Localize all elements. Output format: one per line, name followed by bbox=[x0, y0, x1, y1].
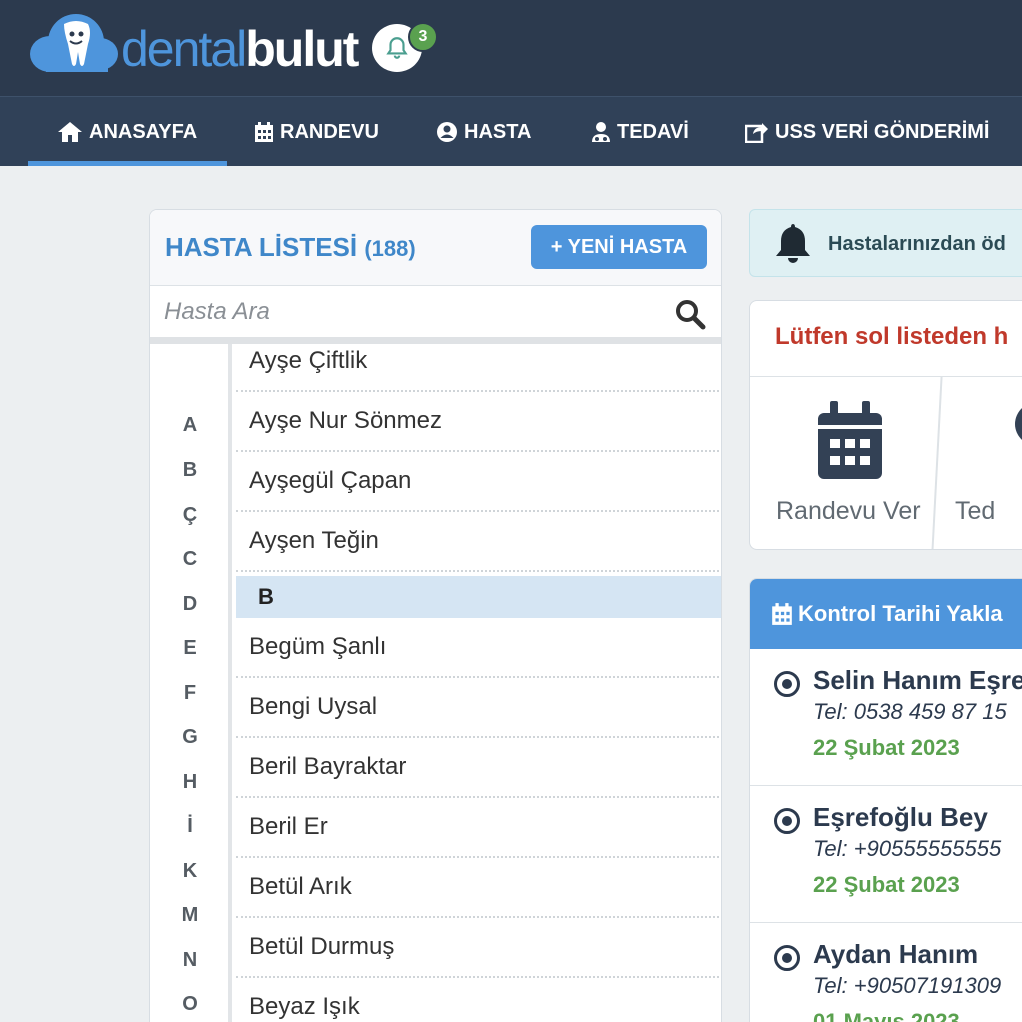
nav-hasta[interactable]: HASTA bbox=[436, 97, 531, 167]
logo-word-bulut: bulut bbox=[245, 21, 359, 77]
nav-label: ANASAYFA bbox=[89, 120, 198, 143]
alert-text: Hastalarınızdan öd bbox=[828, 233, 1006, 255]
alpha-letter[interactable]: H bbox=[150, 771, 230, 794]
alpha-letter[interactable]: N bbox=[150, 949, 230, 972]
patient-row[interactable]: Beril Er bbox=[236, 798, 721, 858]
quick-actions-card: Lütfen sol listeden h Randevu Ver Ted bbox=[749, 300, 1022, 550]
appointment-name: Eşrefoğlu Bey bbox=[813, 802, 988, 832]
patient-row[interactable]: Bengi Uysal bbox=[236, 678, 721, 738]
patient-list-title-text: HASTA LİSTESİ bbox=[165, 232, 358, 262]
divider bbox=[750, 376, 1022, 377]
appointment-date: 22 Şubat 2023 bbox=[813, 735, 960, 760]
appointment-name: Aydan Hanım bbox=[813, 939, 979, 969]
appointment-item[interactable]: Selin Hanım Eşre Tel: 0538 459 87 15 22 … bbox=[750, 649, 1022, 786]
calendar-icon bbox=[255, 122, 273, 142]
bell-icon bbox=[386, 37, 408, 59]
nav-anasayfa[interactable]: ANASAYFA bbox=[57, 97, 197, 167]
patient-row[interactable]: Ayşegül Çapan bbox=[236, 452, 721, 512]
nav-label: HASTA bbox=[464, 120, 532, 143]
randevu-ver-label[interactable]: Randevu Ver bbox=[776, 497, 921, 526]
radio-dot-icon bbox=[774, 945, 800, 971]
patient-list-header: HASTA LİSTESİ (188) + YENİ HASTA bbox=[150, 210, 721, 286]
doctor-icon bbox=[592, 122, 610, 142]
tedavi-label[interactable]: Ted bbox=[955, 497, 995, 526]
nav-label: TEDAVİ bbox=[617, 120, 689, 143]
alpha-letter[interactable]: M bbox=[150, 904, 230, 927]
nav-tedavi[interactable]: TEDAVİ bbox=[591, 97, 689, 167]
control-dates-title-text: Kontrol Tarihi Yakla bbox=[798, 601, 1003, 626]
alphabet-index: A B Ç C D E F G H İ K M N O bbox=[150, 344, 232, 1022]
radio-dot-icon bbox=[774, 808, 800, 834]
bell-icon bbox=[776, 224, 810, 263]
main-nav: ANASAYFA RANDEVU HASTA TEDAVİ USS VERİ G… bbox=[0, 96, 1022, 166]
patient-row[interactable]: Begüm Şanlı bbox=[236, 618, 721, 678]
appointment-item[interactable]: Aydan Hanım Tel: +90507191309 01 Mayıs 2… bbox=[750, 923, 1022, 1022]
home-icon bbox=[58, 122, 82, 142]
alpha-letter[interactable]: O bbox=[150, 993, 230, 1016]
appointment-phone: Tel: 0538 459 87 15 bbox=[813, 699, 1007, 724]
nav-active-indicator bbox=[28, 161, 227, 166]
logo-word-dental: dental bbox=[121, 21, 247, 77]
nav-label: RANDEVU bbox=[280, 120, 379, 143]
alpha-letter[interactable]: C bbox=[150, 548, 230, 571]
appointment-date: 01 Mayıs 2023 bbox=[813, 1009, 960, 1022]
alpha-letter[interactable]: D bbox=[150, 593, 230, 616]
logo-wordmark: dentalbulut bbox=[121, 21, 359, 77]
alpha-letter[interactable]: B bbox=[150, 459, 230, 482]
alpha-letter[interactable]: F bbox=[150, 682, 230, 705]
nav-uss-veri-gonderimi[interactable]: USS VERİ GÖNDERİMİ bbox=[745, 97, 989, 167]
patient-list-title: HASTA LİSTESİ (188) bbox=[165, 232, 416, 263]
treatment-icon[interactable] bbox=[1015, 401, 1022, 447]
appointment-name: Selin Hanım Eşre bbox=[813, 665, 1022, 695]
patient-row[interactable]: Beyaz Işık bbox=[236, 978, 721, 1022]
alpha-letter[interactable]: G bbox=[150, 726, 230, 749]
patient-count: (188) bbox=[364, 236, 416, 261]
patient-row[interactable]: Betül Durmuş bbox=[236, 918, 721, 978]
top-header: dentalbulut 3 bbox=[0, 0, 1022, 96]
calendar-icon[interactable] bbox=[814, 399, 886, 481]
user-circle-icon bbox=[437, 122, 457, 142]
quick-actions-title: Lütfen sol listeden h bbox=[775, 323, 1009, 350]
patient-row[interactable]: Betül Arık bbox=[236, 858, 721, 918]
share-icon bbox=[745, 123, 768, 143]
new-patient-button[interactable]: + YENİ HASTA bbox=[531, 225, 707, 269]
dentalbulut-logo[interactable]: dentalbulut bbox=[28, 12, 359, 77]
alpha-letter[interactable]: E bbox=[150, 637, 230, 660]
control-dates-header: Kontrol Tarihi Yakla bbox=[750, 579, 1022, 649]
patient-row[interactable]: Ayşe Nur Sönmez bbox=[236, 392, 721, 452]
tooth-cloud-icon bbox=[30, 14, 118, 72]
reminder-alert: Hastalarınızdan öd bbox=[749, 209, 1022, 277]
search-icon[interactable] bbox=[674, 298, 706, 330]
patient-row[interactable]: Beril Bayraktar bbox=[236, 738, 721, 798]
section-header-b: B bbox=[236, 576, 721, 618]
alpha-letter[interactable]: K bbox=[150, 860, 230, 883]
patient-search-input[interactable] bbox=[150, 286, 670, 337]
appointment-item[interactable]: Eşrefoğlu Bey Tel: +90555555555 22 Şubat… bbox=[750, 786, 1022, 923]
alpha-letter[interactable]: A bbox=[150, 414, 230, 437]
nav-randevu[interactable]: RANDEVU bbox=[254, 97, 379, 167]
alpha-letter[interactable]: İ bbox=[150, 815, 230, 838]
divider bbox=[931, 377, 943, 549]
nav-label: USS VERİ GÖNDERİMİ bbox=[775, 120, 990, 143]
radio-dot-icon bbox=[774, 671, 800, 697]
control-dates-card: Kontrol Tarihi Yakla Selin Hanım Eşre Te… bbox=[749, 578, 1022, 1022]
control-dates-title: Kontrol Tarihi Yakla bbox=[770, 601, 1003, 627]
appointment-phone: Tel: +90507191309 bbox=[813, 973, 1002, 998]
patient-row[interactable]: Ayşe Çiftlik bbox=[236, 332, 721, 392]
patient-list-panel: HASTA LİSTESİ (188) + YENİ HASTA A B Ç C… bbox=[149, 209, 722, 1022]
alpha-letter[interactable]: Ç bbox=[150, 504, 230, 527]
calendar-icon bbox=[772, 603, 792, 625]
appointment-phone: Tel: +90555555555 bbox=[813, 836, 1002, 861]
appointment-date: 22 Şubat 2023 bbox=[813, 872, 960, 897]
notification-count-badge: 3 bbox=[408, 22, 438, 52]
patient-row[interactable]: Ayşen Teğin bbox=[236, 512, 721, 572]
